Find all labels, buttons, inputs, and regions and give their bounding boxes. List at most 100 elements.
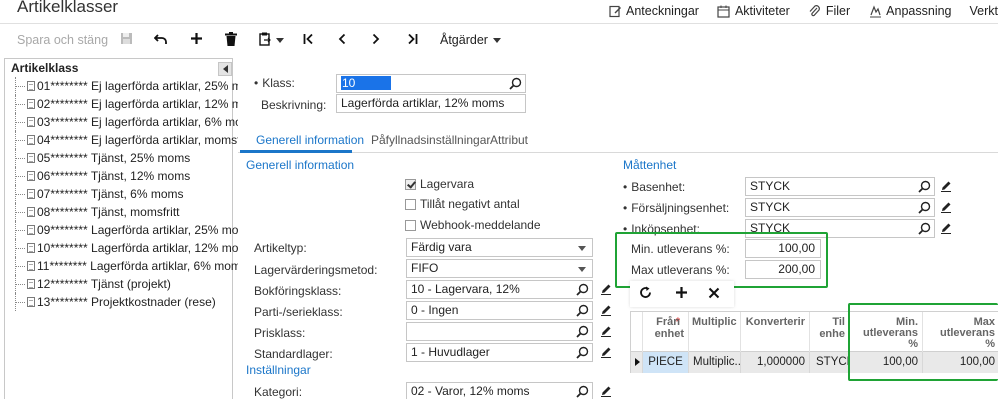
tree-item[interactable]: 11******** Lagerförda artiklar, 6% moms	[5, 257, 247, 275]
sales-unit-input[interactable]: STYCK	[745, 198, 935, 217]
tree-item[interactable]: 13******** Projektkostnader (rese)	[5, 293, 232, 311]
cell-multiplic[interactable]: Multiplic...	[689, 352, 741, 373]
edit-pencil-icon[interactable]	[600, 304, 612, 316]
previous-record-button[interactable]	[334, 30, 350, 50]
edit-pencil-icon[interactable]	[940, 180, 952, 192]
tree-item[interactable]: 03******** Ej lagerförda artiklar, 6% mo…	[5, 113, 258, 131]
row-selector[interactable]	[631, 352, 643, 373]
tab-replenishment[interactable]: Påfyllnadsinställningar	[371, 133, 490, 147]
base-unit-value: STYCK	[750, 179, 791, 193]
header-links: Anteckningar Aktiviteter Filer Anpassnin…	[590, 1, 998, 21]
edit-pencil-icon[interactable]	[600, 346, 612, 358]
activities-link[interactable]: Aktiviteter	[717, 1, 790, 21]
grid-header-from-unit[interactable]: * Från enhet	[643, 312, 689, 352]
tree-connector	[15, 167, 26, 185]
posting-class-input[interactable]: 10 - Lagervara, 12%	[406, 280, 593, 299]
search-icon[interactable]	[576, 346, 589, 359]
tree-item[interactable]: 02******** Ej lagerförda artiklar, 12% m…	[5, 95, 264, 113]
tree-item[interactable]: 07******** Tjänst, 6% moms	[5, 185, 232, 203]
tree-item[interactable]: 12******** Tjänst (projekt)	[5, 275, 232, 293]
search-icon[interactable]	[576, 304, 589, 317]
search-icon[interactable]	[576, 325, 589, 338]
negative-qty-label: Tillåt negativt antal	[420, 197, 520, 211]
lot-serial-value: 0 - Ingen	[411, 303, 459, 317]
search-icon[interactable]	[918, 201, 931, 214]
tree-item[interactable]: 10******** Lagerförda artiklar, 12% moms	[5, 239, 254, 257]
customize-link[interactable]: Anpassning	[868, 1, 952, 21]
default-warehouse-input[interactable]: 1 - Huvudlager	[406, 343, 593, 362]
next-record-button[interactable]	[368, 30, 384, 50]
edit-pencil-icon[interactable]	[600, 385, 612, 397]
valuation-label: Lagervärderingsmetod:	[254, 263, 378, 277]
tab-attributes[interactable]: Attribut	[490, 133, 528, 147]
artikeltyp-select[interactable]: Färdig vara	[406, 238, 593, 257]
beskrivning-input[interactable]: Lagerförda artiklar, 12% moms	[336, 94, 526, 113]
cell-from-unit[interactable]: PIECE	[643, 352, 689, 373]
clipboard-dropdown[interactable]	[257, 30, 285, 50]
tools-link[interactable]: Verkt	[970, 1, 998, 21]
edit-pencil-icon[interactable]	[940, 201, 952, 213]
files-link[interactable]: Filer	[808, 1, 850, 21]
refresh-button[interactable]	[635, 284, 655, 304]
valuation-select[interactable]: FIFO	[406, 259, 593, 278]
search-icon[interactable]	[918, 180, 931, 193]
lagervara-label: Lagervara	[420, 177, 475, 191]
active-tab-indicator	[240, 150, 352, 153]
tab-bar: Generell information Påfyllnadsinställni…	[238, 129, 998, 153]
unit-section-title: Måttenhet	[623, 158, 677, 172]
search-icon[interactable]	[576, 385, 589, 398]
save-close-button[interactable]: Spara och stäng	[17, 30, 108, 50]
delete-button[interactable]	[223, 30, 239, 50]
add-row-button[interactable]	[671, 284, 691, 304]
grid-header-multiplic[interactable]: Multiplic	[689, 312, 741, 352]
actions-menu-label: Åtgärder	[440, 33, 488, 47]
tab-general[interactable]: Generell information	[256, 133, 364, 147]
grid-header-to-unit[interactable]: Til enhe	[810, 312, 850, 352]
document-icon	[27, 279, 35, 289]
lot-serial-input[interactable]: 0 - Ingen	[406, 301, 593, 320]
grid-header-selector	[631, 312, 643, 352]
edit-pencil-icon[interactable]	[600, 325, 612, 337]
grid-header-conversion[interactable]: Konverterir	[741, 312, 810, 352]
search-icon[interactable]	[918, 222, 931, 235]
tree-item[interactable]: 01******** Ej lagerförda artiklar, 25% m…	[5, 77, 264, 95]
artikeltyp-label: Artikeltyp:	[254, 241, 307, 255]
customize-link-label: Anpassning	[886, 4, 952, 18]
category-input[interactable]: 02 - Varor, 12% moms	[406, 382, 593, 399]
add-button[interactable]	[188, 30, 204, 50]
tree-item[interactable]: 04******** Ej lagerförda artiklar, momsf…	[5, 131, 254, 149]
last-record-button[interactable]	[404, 30, 420, 50]
undo-button[interactable]	[153, 30, 169, 50]
klass-input[interactable]: 10	[336, 74, 526, 93]
tree-item[interactable]: 09******** Lagerförda artiklar, 25% moms	[5, 221, 254, 239]
cell-to-unit[interactable]: STYCK	[810, 352, 850, 373]
collapse-tree-button[interactable]	[218, 62, 232, 76]
first-record-button[interactable]	[300, 30, 316, 50]
klass-label: • Klass:	[254, 76, 295, 90]
save-button[interactable]	[118, 30, 134, 50]
tree-item[interactable]: 06******** Tjänst, 12% moms	[5, 167, 232, 185]
price-class-input[interactable]	[406, 322, 593, 341]
tree-connector	[15, 131, 26, 149]
tree-item-label: 08******** Tjänst, momsfritt	[37, 205, 180, 219]
search-icon[interactable]	[576, 283, 589, 296]
base-unit-input[interactable]: STYCK	[745, 177, 935, 196]
default-warehouse-value: 1 - Huvudlager	[411, 345, 490, 359]
chevron-down-icon	[578, 267, 586, 272]
lagervara-checkbox[interactable]	[405, 179, 416, 190]
first-icon	[303, 33, 314, 48]
cell-conversion[interactable]: 1,000000	[741, 352, 810, 373]
tree-item[interactable]: 08******** Tjänst, momsfritt	[5, 203, 232, 221]
delete-row-button[interactable]	[704, 284, 724, 304]
negative-qty-checkbox[interactable]	[405, 199, 416, 210]
calendar-icon	[717, 4, 731, 18]
tree-item[interactable]: 05******** Tjänst, 25% moms	[5, 149, 232, 167]
tree-connector	[15, 221, 26, 239]
notes-link[interactable]: Anteckningar	[608, 1, 699, 21]
webhook-checkbox[interactable]	[405, 220, 416, 231]
edit-pencil-icon[interactable]	[940, 222, 952, 234]
document-icon	[27, 117, 35, 127]
edit-pencil-icon[interactable]	[600, 283, 612, 295]
actions-menu[interactable]: Åtgärder	[440, 30, 501, 50]
search-icon[interactable]	[509, 77, 522, 90]
